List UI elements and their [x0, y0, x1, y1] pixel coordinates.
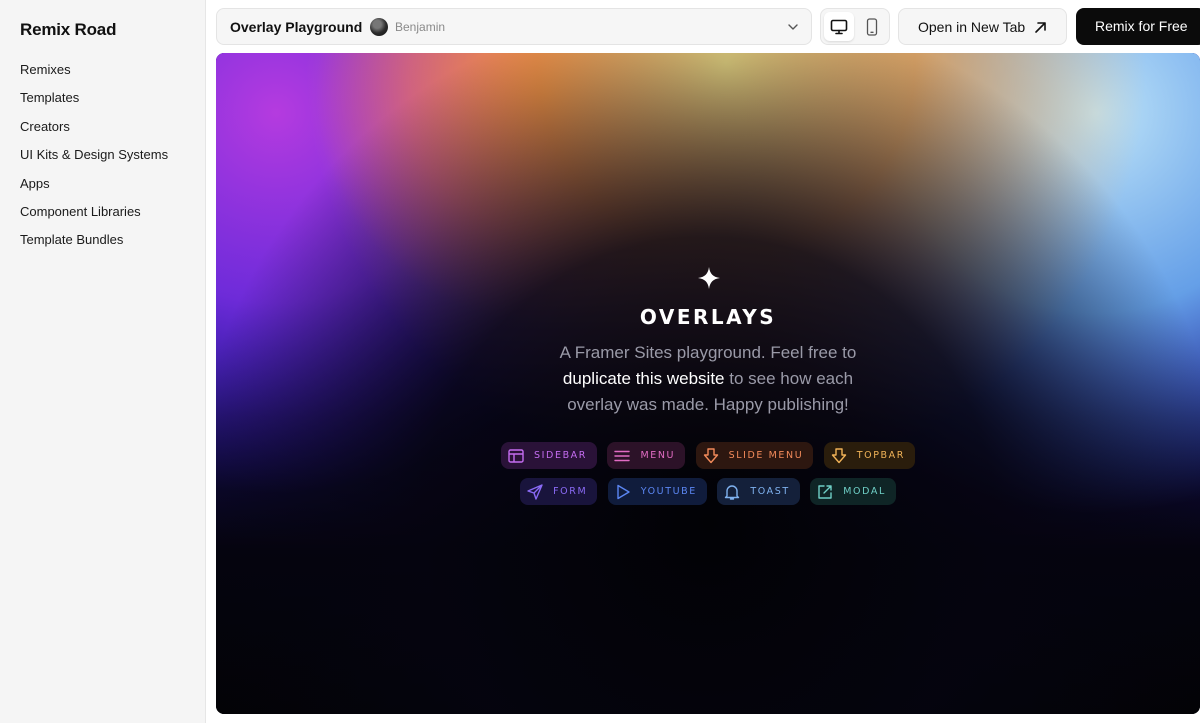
chip-label: SIDEBAR [534, 450, 587, 461]
overlay-chips-row-1: SIDEBAR MENU SLIDE MENU TOPBAR [216, 442, 1200, 469]
duplicate-link[interactable]: duplicate this website [563, 369, 725, 388]
external-link-icon [818, 484, 832, 499]
sidebar-item-ui-kits[interactable]: UI Kits & Design Systems [20, 146, 168, 174]
chip-label: MENU [640, 450, 676, 461]
chip-label: FORM [553, 486, 588, 497]
chip-label: TOAST [750, 486, 790, 497]
open-new-tab-button[interactable]: Open in New Tab [898, 8, 1067, 45]
author-name: Benjamin [395, 20, 446, 34]
play-icon [617, 484, 630, 499]
remix-button[interactable]: Remix for Free [1076, 8, 1200, 45]
mobile-icon [866, 17, 878, 36]
remix-label: Remix for Free [1095, 18, 1188, 34]
chip-label: SLIDE MENU [728, 450, 804, 461]
sidebar-item-creators[interactable]: Creators [20, 118, 168, 146]
site-preview[interactable]: OVERLAYS A Framer Sites playground. Feel… [216, 53, 1200, 714]
project-selector[interactable]: Overlay Playground Benjamin [216, 8, 812, 45]
desktop-icon [830, 19, 848, 34]
open-new-tab-label: Open in New Tab [918, 19, 1026, 35]
sidebar-item-templates[interactable]: Templates [20, 89, 168, 117]
send-icon [527, 483, 543, 500]
chip-label: MODAL [843, 486, 886, 497]
chip-sidebar[interactable]: SIDEBAR [501, 442, 597, 469]
chip-label: TOPBAR [856, 450, 905, 461]
chip-topbar[interactable]: TOPBAR [823, 442, 915, 469]
hero-title: OVERLAYS [639, 305, 777, 329]
chip-form[interactable]: FORM [520, 478, 598, 505]
hero-description: A Framer Sites playground. Feel free to … [538, 340, 878, 418]
chip-slide-menu[interactable]: SLIDE MENU [695, 442, 814, 469]
chip-youtube[interactable]: YOUTUBE [607, 478, 707, 505]
device-toggle [820, 8, 890, 45]
sidebar-layout-icon [508, 448, 524, 463]
menu-icon [614, 450, 631, 461]
sidebar-item-apps[interactable]: Apps [20, 175, 168, 203]
chevron-down-icon [788, 24, 798, 30]
sidebar-item-remixes[interactable]: Remixes [20, 61, 168, 89]
sidebar-item-template-bundles[interactable]: Template Bundles [20, 231, 168, 259]
desktop-view-button[interactable] [824, 12, 854, 41]
sidebar-item-component-libraries[interactable]: Component Libraries [20, 203, 168, 231]
mobile-view-button[interactable] [857, 12, 887, 41]
chip-label: YOUTUBE [640, 486, 697, 497]
arrow-down-icon [831, 447, 846, 463]
chip-modal[interactable]: MODAL [810, 478, 896, 505]
sparkle-icon [698, 267, 720, 289]
hero-text-start: A Framer Sites playground. Feel free to [559, 343, 857, 362]
arrow-down-icon [703, 447, 718, 463]
sidebar-nav: Remixes Templates Creators UI Kits & Des… [20, 61, 168, 260]
bell-icon [725, 484, 740, 500]
sidebar: Remix Road Remixes Templates Creators UI… [0, 0, 206, 723]
chip-menu[interactable]: MENU [607, 442, 686, 469]
brand-logo[interactable]: Remix Road [20, 20, 116, 40]
chip-toast[interactable]: TOAST [717, 478, 800, 505]
avatar [370, 18, 388, 36]
arrow-up-right-icon [1035, 22, 1046, 33]
project-title: Overlay Playground [230, 19, 363, 35]
overlay-chips-row-2: FORM YOUTUBE TOAST MODAL [216, 478, 1200, 505]
